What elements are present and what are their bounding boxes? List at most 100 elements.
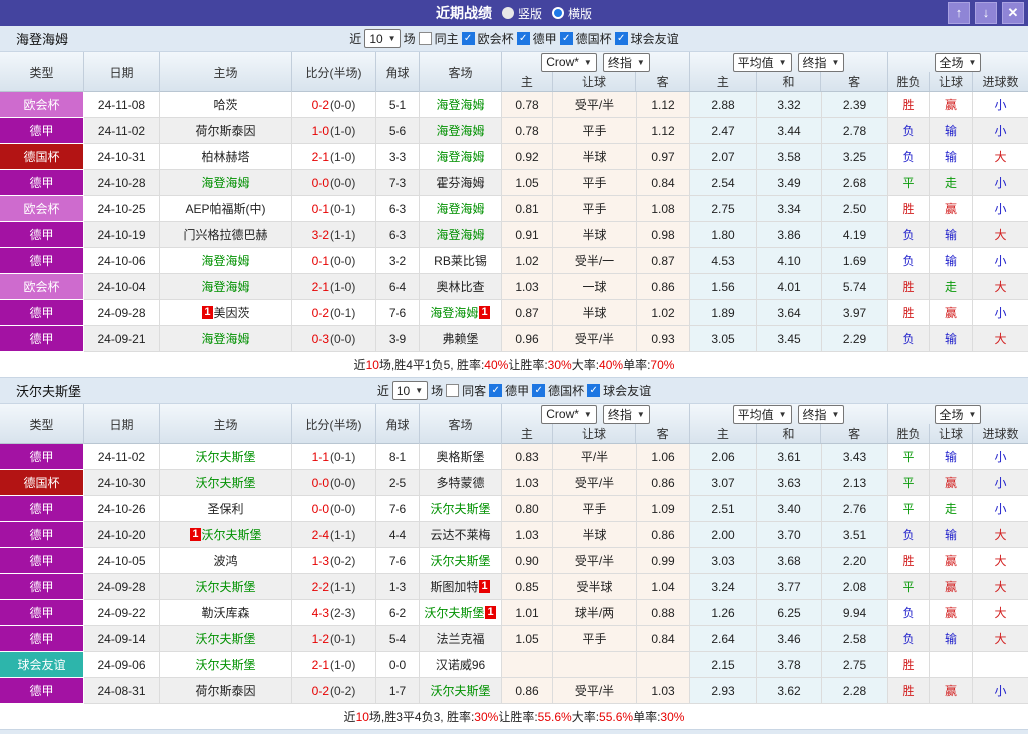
halftime-score: (0-0) bbox=[330, 331, 356, 346]
league-checkbox[interactable]: ✓ bbox=[461, 32, 475, 45]
avg-source-select[interactable]: 平均值 ▼ bbox=[732, 52, 792, 72]
avg-kind-select[interactable]: 终指 ▼ bbox=[797, 52, 845, 72]
titlebar-buttons: ↑ ↓ ✕ bbox=[948, 2, 1024, 24]
score-cell: 2-1 (1-0) bbox=[292, 652, 376, 678]
odds-home-cell: 1.01 bbox=[502, 600, 553, 626]
match-row: 德甲 24-10-19 门兴格拉德巴赫 3-2 (1-1) 6-3 海登海姆 0.91 半球 0.… bbox=[0, 222, 1028, 248]
score-cell: 1-1 (0-1) bbox=[292, 444, 376, 470]
col-odds-away: 客 bbox=[656, 427, 669, 442]
summary-segment: 30% bbox=[547, 357, 572, 372]
type-cell: 德甲 bbox=[0, 118, 84, 144]
odds-kind-select[interactable]: 终指 ▼ bbox=[602, 404, 650, 424]
scope-select[interactable]: 全场 ▼ bbox=[934, 52, 982, 72]
odds-away-cell: 1.12 bbox=[637, 118, 690, 144]
league-label: 球会友谊 bbox=[630, 32, 679, 46]
home-team-name: 海登海姆 bbox=[201, 176, 250, 190]
goals-cell: 大 bbox=[973, 626, 1028, 652]
corner-cell: 6-3 bbox=[376, 222, 420, 248]
odds-away-cell: 1.02 bbox=[637, 300, 690, 326]
odds-header-group: Crow* ▼ 终指 ▼ 主让球 客 bbox=[502, 404, 690, 443]
odds-home-cell: 0.85 bbox=[502, 574, 553, 600]
avg-source-select[interactable]: 平均值 ▼ bbox=[732, 404, 792, 424]
league-checkbox[interactable]: ✓ bbox=[559, 32, 573, 45]
radio-horizontal-layout[interactable]: 横版 bbox=[552, 5, 592, 22]
odds-away-cell: 0.86 bbox=[637, 522, 690, 548]
goals-cell: 大 bbox=[973, 222, 1028, 248]
odds-home-cell: 0.87 bbox=[502, 300, 553, 326]
avg-home-cell: 2.15 bbox=[690, 652, 757, 678]
halftime-score: (0-2) bbox=[330, 683, 356, 698]
home-team-name: 哈茨 bbox=[213, 98, 238, 112]
avg-away-cell: 2.76 bbox=[822, 496, 888, 522]
close-button[interactable]: ✕ bbox=[1002, 2, 1024, 24]
halftime-score: (1-1) bbox=[330, 227, 356, 242]
result-cell: 负 bbox=[888, 626, 930, 652]
average-selects: 平均值 ▼ 终指 ▼ bbox=[690, 404, 887, 424]
same-venue-checkbox[interactable] bbox=[446, 384, 460, 397]
recent-count-select[interactable]: 10 ▼ bbox=[364, 29, 401, 48]
date-cell: 24-10-20 bbox=[84, 522, 160, 548]
scope-header-group: 全场 ▼ 胜负 让球 进球数 bbox=[888, 404, 1028, 443]
home-team-name: 沃尔夫斯堡 bbox=[195, 450, 256, 464]
col-result: 胜负 bbox=[888, 72, 930, 91]
avg-away-cell: 2.75 bbox=[822, 652, 888, 678]
avg-home-cell: 2.07 bbox=[690, 144, 757, 170]
home-team-name: 荷尔斯泰因 bbox=[195, 124, 256, 138]
move-down-button[interactable]: ↓ bbox=[975, 2, 997, 24]
close-icon: ✕ bbox=[1007, 5, 1019, 20]
avg-away-cell: 3.25 bbox=[822, 144, 888, 170]
odds-away-cell: 0.86 bbox=[637, 274, 690, 300]
summary-segment: 10 bbox=[365, 357, 379, 372]
avg-home-cell: 2.47 bbox=[690, 118, 757, 144]
league-checkbox[interactable]: ✓ bbox=[587, 384, 601, 397]
avg-home-cell: 3.03 bbox=[690, 548, 757, 574]
col-avg-away: 客 bbox=[848, 427, 861, 442]
score-cell: 1-0 (1-0) bbox=[292, 118, 376, 144]
league-checkbox[interactable]: ✓ bbox=[532, 384, 546, 397]
summary-segment: 场,胜4平1负5, 胜率: bbox=[378, 358, 485, 372]
league-checkbox[interactable]: ✓ bbox=[489, 384, 503, 397]
col-away: 客场 bbox=[420, 404, 502, 444]
league-checkbox[interactable]: ✓ bbox=[516, 32, 530, 45]
home-team-name: 美因茨 bbox=[213, 306, 250, 320]
odds-handicap-cell: 受平/半 bbox=[553, 678, 637, 704]
radio-vertical-layout[interactable]: 竖版 bbox=[501, 5, 542, 22]
tables-container: 海登海姆近 10 ▼ 场同主 ✓ 欧会杯 ✓ 德甲 ✓ 德国杯 ✓ 球会友谊 类型 日期 主场 比分(半场) 角… bbox=[0, 26, 1028, 730]
scope-subheaders: 胜负 让球 进球数 bbox=[888, 72, 1028, 91]
league-label: 球会友谊 bbox=[603, 384, 652, 398]
odds-away-cell: 0.84 bbox=[637, 170, 690, 196]
odds-source-select[interactable]: Crow* ▼ bbox=[541, 404, 597, 424]
col-avg-draw: 和 bbox=[757, 72, 822, 91]
odds-subheaders: 主让球 客 bbox=[502, 424, 689, 443]
result-cell: 负 bbox=[888, 118, 930, 144]
same-venue-label: 同客 bbox=[462, 384, 487, 398]
odds-handicap-cell: 球半/两 bbox=[553, 600, 637, 626]
league-checkbox[interactable]: ✓ bbox=[614, 32, 628, 45]
games-label: 场 bbox=[431, 384, 444, 398]
recent-count-select[interactable]: 10 ▼ bbox=[391, 381, 429, 400]
halftime-score: (2-3) bbox=[330, 605, 356, 620]
summary-segment: 55.6% bbox=[599, 709, 634, 724]
avg-kind-select[interactable]: 终指 ▼ bbox=[797, 404, 845, 424]
table-header: 类型 日期 主场 比分(半场) 角球 客场 Crow* ▼ 终指 ▼ 主让球客平均值 ▼ 终指 ▼ 主和客全… bbox=[0, 404, 1028, 444]
odds-kind-select[interactable]: 终指 ▼ bbox=[602, 52, 650, 72]
goals-cell: 小 bbox=[973, 444, 1028, 470]
handicap-result-cell: 输 bbox=[930, 326, 973, 352]
date-cell: 24-10-28 bbox=[84, 170, 160, 196]
move-up-button[interactable]: ↑ bbox=[948, 2, 970, 24]
goals-cell bbox=[973, 652, 1028, 678]
away-team-name: 海登海姆 bbox=[436, 98, 485, 112]
scope-select[interactable]: 全场 ▼ bbox=[934, 404, 982, 424]
type-cell: 欧会杯 bbox=[0, 92, 84, 118]
odds-subheaders: 主让球 客 bbox=[502, 72, 689, 91]
date-cell: 24-10-19 bbox=[84, 222, 160, 248]
odds-source-select[interactable]: Crow* ▼ bbox=[541, 52, 597, 72]
home-team-cell: 门兴格拉德巴赫 bbox=[160, 222, 292, 248]
date-cell: 24-10-06 bbox=[84, 248, 160, 274]
summary-segment: 40% bbox=[484, 357, 509, 372]
avg-away-cell: 2.78 bbox=[822, 118, 888, 144]
result-cell: 负 bbox=[888, 222, 930, 248]
away-team-name: 多特蒙德 bbox=[436, 476, 485, 490]
away-team-cell: 汉诺威96 bbox=[420, 652, 502, 678]
same-venue-checkbox[interactable] bbox=[418, 32, 432, 45]
